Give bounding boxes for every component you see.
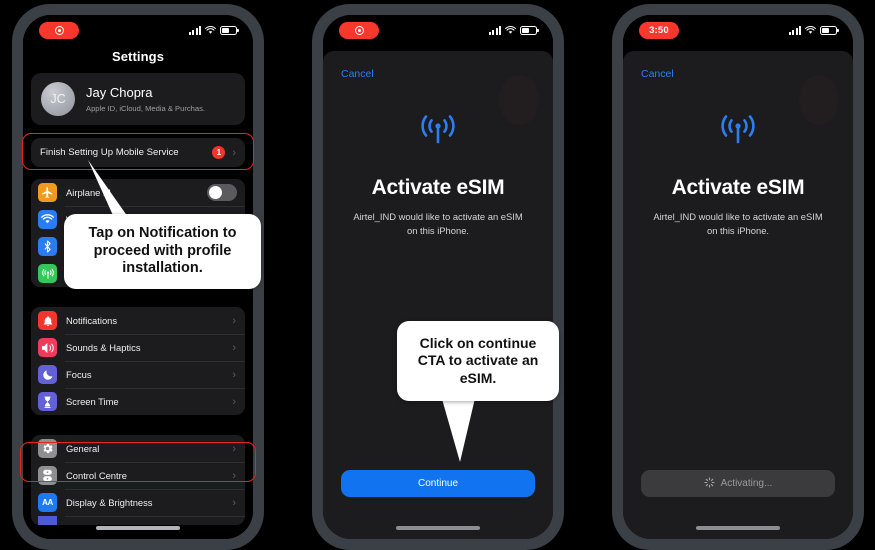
chevron-right-icon: ›	[232, 496, 236, 509]
sidebar-item-display-brightness[interactable]: AA Display & Brightness ›	[31, 489, 245, 516]
battery-icon	[520, 25, 539, 35]
wifi-icon	[505, 25, 516, 34]
recording-pill	[339, 21, 379, 39]
page-title: Settings	[111, 49, 165, 64]
speaker-icon	[38, 338, 57, 357]
settings-group-system: General › Control Centre › AA Display & …	[31, 435, 245, 525]
callout-tail-2	[440, 392, 476, 462]
sidebar-item-screen-time[interactable]: Screen Time ›	[31, 388, 245, 415]
battery-icon	[220, 25, 239, 35]
profile-name: Jay Chopra	[86, 85, 153, 101]
gear-icon	[38, 439, 57, 458]
sidebar-item-sounds-haptics[interactable]: Sounds & Haptics ›	[31, 334, 245, 361]
settings-group-alerts: Notifications › Sounds & Haptics › Focus…	[31, 307, 245, 415]
sidebar-item-focus[interactable]: Focus ›	[31, 361, 245, 388]
activating-button: Activating...	[641, 470, 835, 497]
moon-icon	[38, 365, 57, 384]
chevron-right-icon: ›	[232, 368, 236, 381]
chevron-right-icon: ›	[232, 314, 236, 327]
spinner-icon	[703, 476, 715, 491]
cancel-button[interactable]: Cancel	[641, 59, 835, 80]
status-bar	[323, 15, 553, 45]
home-indicator	[396, 526, 480, 530]
continue-button[interactable]: Continue	[341, 470, 535, 497]
home-indicator	[96, 526, 180, 530]
chevron-right-icon: ›	[232, 469, 236, 482]
callout-continue: Click on continue CTA to activate an eSI…	[397, 321, 559, 401]
sidebar-item-notifications[interactable]: Notifications ›	[31, 307, 245, 334]
sidebar-item-label: General	[66, 443, 100, 454]
chevron-right-icon: ›	[232, 146, 236, 159]
profile-text-block: Jay Chopra Apple ID, iCloud, Media & Pur…	[86, 85, 205, 112]
esim-description: Airtel_IND would like to activate an eSI…	[653, 211, 823, 236]
sidebar-item-control-centre[interactable]: Control Centre ›	[31, 462, 245, 489]
bell-icon	[38, 311, 57, 330]
control-centre-icon	[38, 466, 57, 485]
esim-title: Activate eSIM	[671, 176, 805, 199]
record-icon	[54, 25, 64, 35]
record-icon	[354, 25, 364, 35]
esim-sheet-backdrop: Cancel Activate eSIM Airtel_IND would li…	[323, 51, 553, 539]
status-badge: 1	[212, 146, 226, 159]
walkthrough-stage: Settings JC Jay Chopra Apple ID, iCloud,…	[0, 0, 875, 550]
recording-pill	[39, 21, 79, 39]
esim-title: Activate eSIM	[371, 176, 505, 199]
sidebar-item-label: Notifications	[66, 315, 118, 326]
airplane-mode-toggle[interactable]	[207, 184, 237, 201]
sidebar-item-label: Focus	[66, 369, 92, 380]
hourglass-icon	[38, 392, 57, 411]
background-blob	[499, 75, 539, 125]
cellular-bars-icon	[189, 25, 201, 35]
time-pill: 3:50	[639, 21, 679, 39]
status-right-group	[189, 25, 239, 35]
avatar: JC	[41, 82, 75, 116]
bluetooth-icon	[38, 237, 57, 256]
status-bar: 3:50	[623, 15, 853, 45]
activating-label: Activating...	[720, 478, 773, 489]
battery-icon	[820, 25, 839, 35]
esim-sheet: Cancel Activate eSIM Airtel_IND would li…	[323, 59, 553, 539]
chevron-right-icon: ›	[232, 395, 236, 408]
status-right-group	[489, 25, 539, 35]
phone-frame-esim-prompt: Cancel Activate eSIM Airtel_IND would li…	[312, 4, 564, 550]
status-bar	[23, 15, 253, 45]
cta-container: Continue	[341, 470, 535, 497]
settings-scroll-area[interactable]: Settings JC Jay Chopra Apple ID, iCloud,…	[23, 45, 253, 539]
phone-screen-esim-activating: 3:50 Cancel Activate eSIM Airtel_IND wou…	[623, 15, 853, 539]
apple-id-profile-card[interactable]: JC Jay Chopra Apple ID, iCloud, Media & …	[31, 73, 245, 125]
esim-sheet-backdrop: Cancel Activate eSIM Airtel_IND would li…	[623, 51, 853, 539]
wifi-icon	[205, 25, 216, 34]
cellular-icon	[38, 264, 57, 283]
wifi-icon	[805, 25, 816, 34]
finish-setup-notification-row[interactable]: Finish Setting Up Mobile Service 1 ›	[31, 138, 245, 167]
sidebar-item-label: Screen Time	[66, 396, 119, 407]
status-right-group	[789, 25, 839, 35]
callout-notification: Tap on Notification to proceed with prof…	[64, 214, 261, 289]
cellular-bars-icon	[789, 25, 801, 35]
wifi-icon	[38, 210, 57, 229]
cellular-bars-icon	[489, 25, 501, 35]
chevron-right-icon: ›	[232, 341, 236, 354]
home-screen-icon	[38, 516, 57, 525]
sidebar-item-partial[interactable]	[31, 516, 245, 525]
esim-sheet: Cancel Activate eSIM Airtel_IND would li…	[623, 59, 853, 539]
phone-screen-esim-prompt: Cancel Activate eSIM Airtel_IND would li…	[323, 15, 553, 539]
home-indicator	[696, 526, 780, 530]
sidebar-item-label: Sounds & Haptics	[66, 342, 141, 353]
chevron-right-icon: ›	[232, 442, 236, 455]
finish-setup-label: Finish Setting Up Mobile Service	[40, 147, 179, 158]
phone-frame-esim-activating: 3:50 Cancel Activate eSIM Airtel_IND wou…	[612, 4, 864, 550]
sidebar-item-general[interactable]: General ›	[31, 435, 245, 462]
sidebar-item-label: Display & Brightness	[66, 497, 153, 508]
aa-icon: AA	[38, 493, 57, 512]
profile-subtitle: Apple ID, iCloud, Media & Purchas.	[86, 103, 206, 113]
background-blob	[799, 75, 839, 125]
cancel-button[interactable]: Cancel	[341, 59, 535, 80]
sidebar-item-airplane-mode[interactable]: Airplane M	[31, 179, 245, 206]
cta-container: Activating...	[641, 470, 835, 497]
esim-description: Airtel_IND would like to activate an eSI…	[353, 211, 523, 236]
sidebar-item-label: Control Centre	[66, 470, 127, 481]
airplane-icon	[38, 183, 57, 202]
